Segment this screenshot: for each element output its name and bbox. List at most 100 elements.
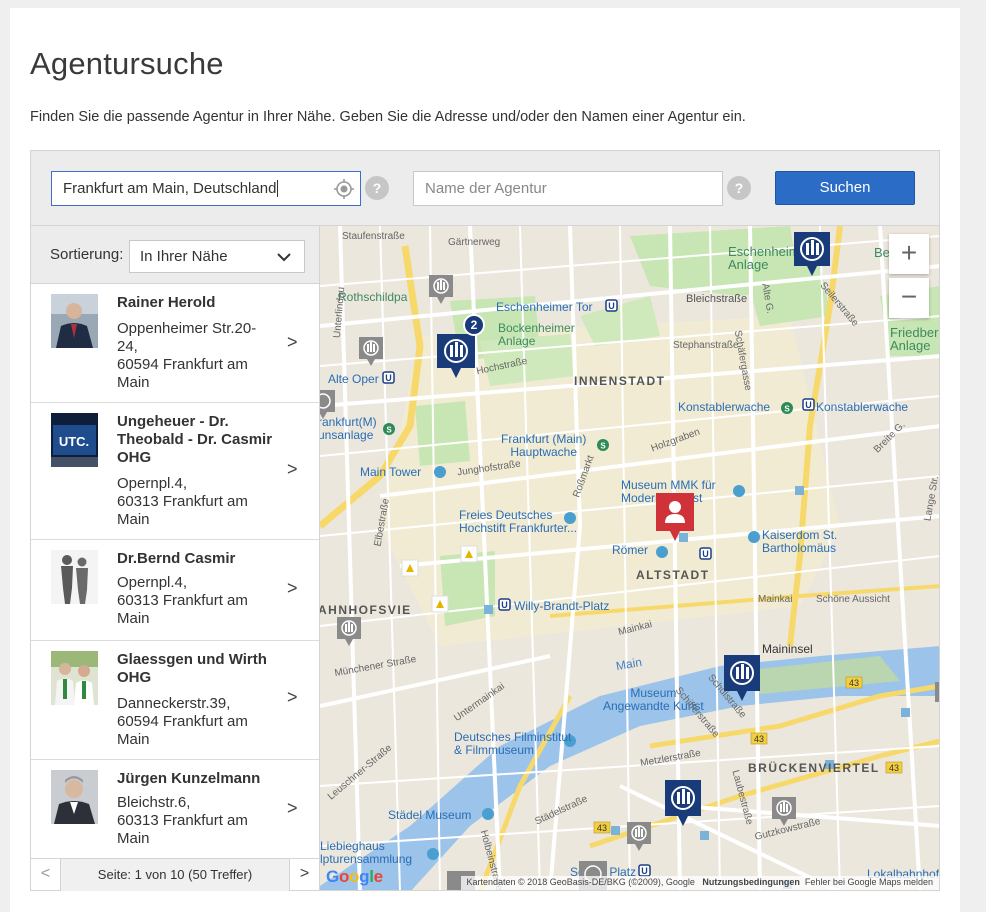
agent-list-item[interactable]: Dr.Bernd Casmir Opernpl.4, 60313 Frankfu… <box>31 540 319 641</box>
agent-list-item[interactable]: Jürgen Kunzelmann Bleichstr.6, 60313 Fra… <box>31 760 319 858</box>
agent-details-arrow[interactable]: > <box>287 578 298 599</box>
map-attribution-text: Kartendaten © 2018 GeoBasis-DE/BKG (©200… <box>466 877 695 887</box>
map-attribution: Kartendaten © 2018 GeoBasis-DE/BKG (©200… <box>460 876 939 890</box>
agent-list-item[interactable]: Rainer Herold Oppenheimer Str.20- 24, 60… <box>31 284 319 403</box>
agent-address-line: Danneckerstr.39, <box>117 695 231 712</box>
agency-name-input[interactable]: Name der Agentur <box>413 171 723 206</box>
agency-marker-gray[interactable] <box>428 274 454 308</box>
agent-list-item[interactable]: Glaessgen und Wirth OHG Danneckerstr.39,… <box>31 641 319 760</box>
agent-address-line: Bleichstr.6, <box>117 794 191 811</box>
map-place-label: Konstablerwache <box>816 400 909 414</box>
map-street-label: Schöne Aussicht <box>816 594 890 605</box>
route-badge: 43 <box>597 823 607 833</box>
agent-address-line: Main <box>117 830 150 847</box>
agent-address-line: 24, <box>117 338 138 355</box>
sort-select[interactable]: In Ihrer Nähe <box>129 240 305 273</box>
agency-marker[interactable] <box>792 230 832 284</box>
agent-address-line: Main <box>117 511 150 528</box>
sort-row: Sortierung: In Ihrer Nähe <box>31 226 319 284</box>
agent-name-line: Glaessgen und Wirth <box>117 651 267 668</box>
locate-me-icon[interactable] <box>333 178 355 200</box>
agency-marker-gray[interactable] <box>934 681 940 703</box>
page-title: Agentursuche <box>30 46 224 81</box>
agent-address-line: 60313 Frankfurt am <box>117 592 248 609</box>
agent-photo <box>51 770 98 824</box>
agent-address-line: Main <box>117 731 150 748</box>
agency-marker-gray[interactable] <box>358 336 384 370</box>
pagination: < Seite: 1 von 10 (50 Treffer) > <box>31 858 319 891</box>
agency-marker[interactable] <box>663 778 703 832</box>
svg-text:U: U <box>702 549 709 559</box>
map-place-label: Friedberg Anlage <box>890 325 939 353</box>
map-place-label: Main Tower <box>360 465 422 479</box>
agent-details-arrow[interactable]: > <box>287 798 298 819</box>
agent-name: Rainer Herold <box>117 294 216 311</box>
location-input-value: Frankfurt am Main, Deutschland <box>63 180 277 197</box>
map-place-label: Städel Museum <box>388 808 472 822</box>
map-district-label: ALTSTADT <box>636 568 710 582</box>
agent-details-arrow[interactable]: > <box>287 459 298 480</box>
pagination-status: Seite: 1 von 10 (50 Treffer) <box>61 859 289 891</box>
map-district-label: AHNHOFSVIE <box>320 603 412 617</box>
search-button[interactable]: Suchen <box>775 171 915 205</box>
agent-address-line: Opernpl.4, <box>117 574 188 591</box>
map-place-label: Frankfurt (Main) Hauptwache <box>501 432 587 459</box>
sort-label: Sortierung: <box>50 246 124 263</box>
map[interactable]: 43 43 43 43 U U U U U U S S S Staufenstr… <box>320 225 940 891</box>
svg-text:S: S <box>600 442 606 451</box>
agency-marker-gray[interactable] <box>626 821 652 855</box>
google-logo: Google <box>326 867 383 886</box>
svg-text:U: U <box>501 600 508 610</box>
agent-name-line: OHG <box>117 449 152 466</box>
agent-details-arrow[interactable]: > <box>287 687 298 708</box>
page: Agentursuche Finden Sie die passende Age… <box>10 8 960 912</box>
agent-name: Dr.Bernd Casmir <box>117 550 236 567</box>
agency-marker-gray[interactable] <box>320 389 336 423</box>
agent-details-arrow[interactable]: > <box>287 332 298 353</box>
map-place-label: Bockenheimer Anlage <box>498 321 575 348</box>
map-report-link[interactable]: Fehler bei Google Maps melden <box>805 877 933 887</box>
map-district-label: INNENSTADT <box>574 374 666 388</box>
agency-marker-gray[interactable] <box>336 616 362 650</box>
agent-photo: UTC. <box>51 413 98 467</box>
map-place-label: Freies Deutsches Hochstift Frankfurter..… <box>459 508 578 535</box>
route-badge: 43 <box>754 734 764 744</box>
agent-list-panel: Sortierung: In Ihrer Nähe Rainer Herold <box>30 225 320 891</box>
agent-name: Jürgen Kunzelmann <box>117 770 261 787</box>
agent-address-line: Opernpl.4, <box>117 475 188 492</box>
map-place-label: Rothschildpa <box>338 290 408 304</box>
page-intro: Finden Sie die passende Agentur in Ihrer… <box>30 109 746 125</box>
zoom-out-button[interactable]: − <box>889 278 929 318</box>
map-street-label: Mainkai <box>758 594 793 605</box>
agent-photo <box>51 550 98 604</box>
agent-name-line: Ungeheuer - Dr. <box>117 413 229 430</box>
sort-selected-value: In Ihrer Nähe <box>140 248 228 265</box>
location-input[interactable]: Frankfurt am Main, Deutschland <box>51 171 361 206</box>
svg-text:U: U <box>641 866 648 876</box>
agency-marker-gray[interactable] <box>771 796 797 830</box>
agent-address-line: Main <box>117 374 150 391</box>
svg-text:U: U <box>385 373 392 383</box>
zoom-in-button[interactable]: + <box>889 234 929 274</box>
agent-photo <box>51 651 98 705</box>
location-help-icon[interactable]: ? <box>365 176 389 200</box>
name-help-icon[interactable]: ? <box>727 176 751 200</box>
map-terms-link[interactable]: Nutzungsbedingungen <box>702 877 799 887</box>
map-place-label: Alte Oper <box>328 372 379 386</box>
agent-list-item[interactable]: UTC. Ungeheuer - Dr. Theobald - Dr. Casm… <box>31 403 319 540</box>
previous-page-button[interactable]: < <box>31 859 61 891</box>
svg-text:UTC.: UTC. <box>59 434 89 449</box>
agent-address-line: 60594 Frankfurt am <box>117 713 248 730</box>
map-street-label: Gärtnerweg <box>448 237 501 248</box>
user-location-marker[interactable] <box>655 492 695 546</box>
agency-marker[interactable] <box>722 653 762 707</box>
agent-address-line: 60594 Frankfurt am <box>117 356 248 373</box>
agent-name-line: Theobald - Dr. Casmir <box>117 431 273 448</box>
cluster-count-badge[interactable]: 2 <box>463 314 485 336</box>
next-page-button[interactable]: > <box>289 859 319 891</box>
map-place-label: Maininsel <box>762 642 813 656</box>
svg-text:U: U <box>805 400 812 410</box>
map-base: 43 43 43 43 U U U U U U S S S <box>320 226 939 890</box>
agent-name-line: OHG <box>117 669 152 686</box>
map-place-label: Liebieghaus lpturensammlung <box>320 839 413 866</box>
